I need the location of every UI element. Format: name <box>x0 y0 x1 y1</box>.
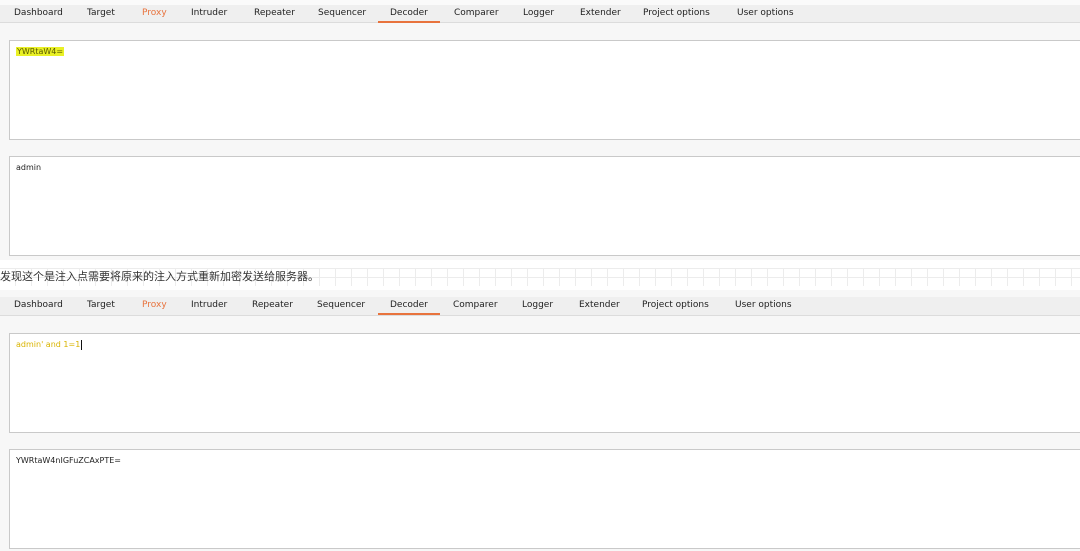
tab-user-options[interactable]: User options <box>735 299 792 311</box>
caption-text: 发现这个是注入点需要将原来的注入方式重新加密发送给服务器。 <box>0 268 1080 286</box>
decoder-output-text: admin <box>16 163 42 172</box>
tab-comparer[interactable]: Comparer <box>454 7 499 19</box>
tab-project-options[interactable]: Project options <box>642 299 709 311</box>
tab-proxy[interactable]: Proxy <box>142 7 167 19</box>
tab-decoder[interactable]: Decoder <box>378 7 440 23</box>
decoder-output-pane[interactable]: YWRtaW4nIGFuZCAxPTE= <box>9 449 1080 549</box>
tab-logger[interactable]: Logger <box>522 299 553 311</box>
tab-extender[interactable]: Extender <box>579 299 620 311</box>
decoder-input-text: YWRtaW4= <box>16 46 65 57</box>
decoder-screenshot-1: Dashboard Target Proxy Intruder Repeater… <box>0 0 1080 260</box>
tab-repeater[interactable]: Repeater <box>252 299 293 311</box>
tab-target[interactable]: Target <box>87 7 115 19</box>
tab-sequencer[interactable]: Sequencer <box>317 299 365 311</box>
tab-intruder[interactable]: Intruder <box>191 7 227 19</box>
text-caret <box>81 339 83 350</box>
tab-intruder[interactable]: Intruder <box>191 299 227 311</box>
tab-logger[interactable]: Logger <box>523 7 554 19</box>
tab-bar: Dashboard Target Proxy Intruder Repeater… <box>0 5 1080 23</box>
decoder-output-text: YWRtaW4nIGFuZCAxPTE= <box>16 456 121 465</box>
decoder-screenshot-2: Dashboard Target Proxy Intruder Repeater… <box>0 290 1080 551</box>
tab-proxy[interactable]: Proxy <box>142 299 167 311</box>
decoder-input-pane[interactable]: YWRtaW4= <box>9 40 1080 140</box>
tab-extender[interactable]: Extender <box>580 7 621 19</box>
tab-user-options[interactable]: User options <box>737 7 794 19</box>
selected-input-text: YWRtaW4= <box>16 47 65 56</box>
tab-decoder[interactable]: Decoder <box>378 299 440 315</box>
typed-input-text: admin' and 1=1 <box>16 340 81 349</box>
decoder-input-pane[interactable]: admin' and 1=1 <box>9 333 1080 433</box>
tab-comparer[interactable]: Comparer <box>453 299 498 311</box>
decoder-output-pane[interactable]: admin <box>9 156 1080 256</box>
tab-sequencer[interactable]: Sequencer <box>318 7 366 19</box>
decoder-input-text: admin' and 1=1 <box>16 339 83 350</box>
tab-bar: Dashboard Target Proxy Intruder Repeater… <box>0 297 1080 316</box>
tab-repeater[interactable]: Repeater <box>254 7 295 19</box>
tab-target[interactable]: Target <box>87 299 115 311</box>
tab-project-options[interactable]: Project options <box>643 7 710 19</box>
tab-dashboard[interactable]: Dashboard <box>14 7 63 19</box>
tab-dashboard[interactable]: Dashboard <box>14 299 63 311</box>
